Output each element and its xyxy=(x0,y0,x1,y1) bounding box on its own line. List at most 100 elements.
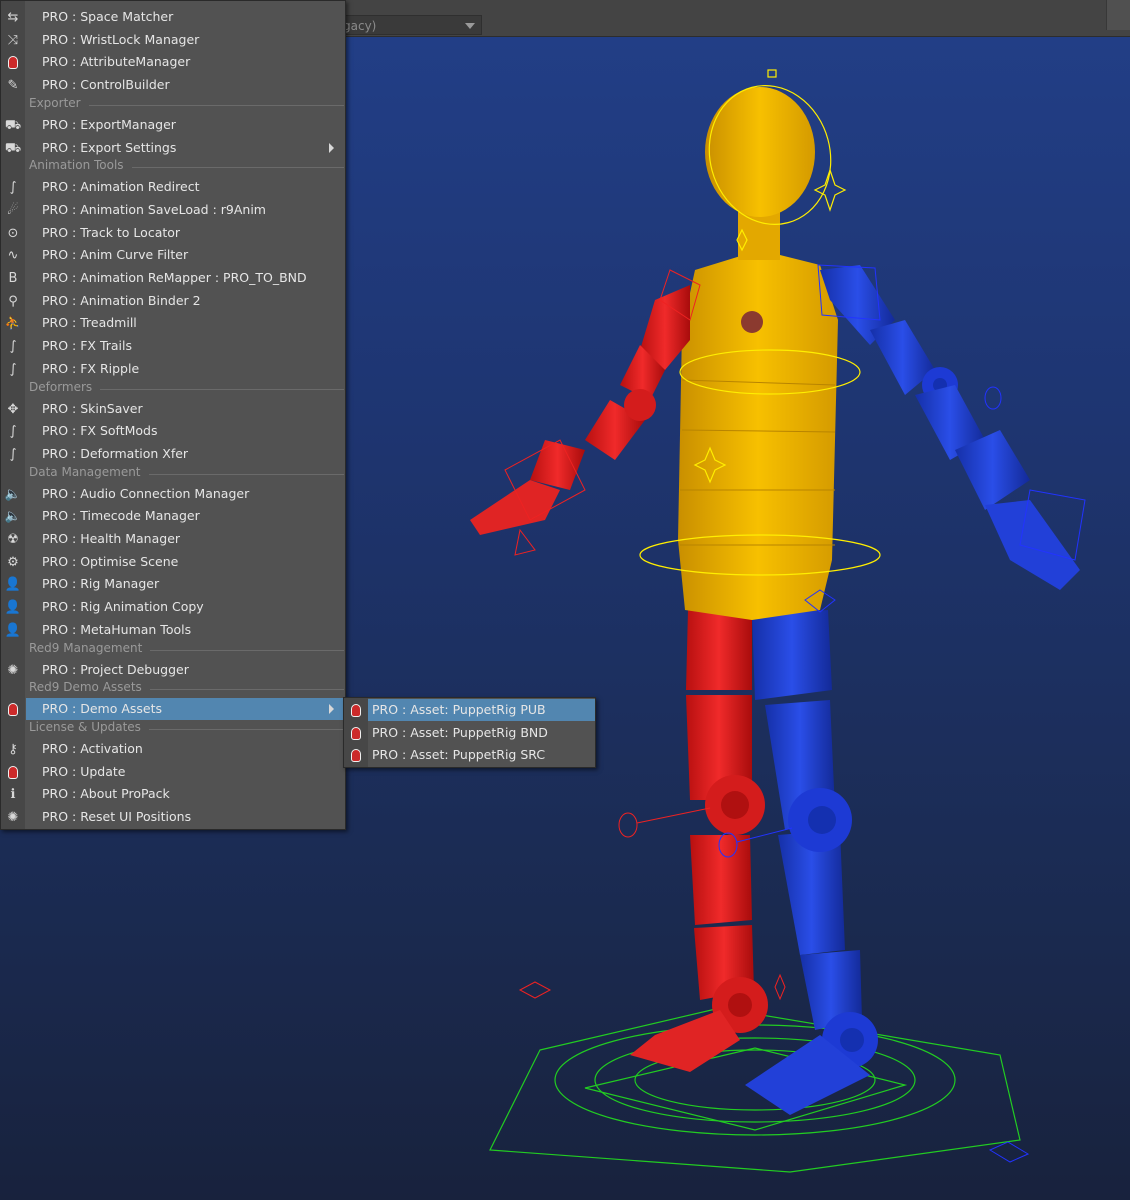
menu-section-label: Red9 Demo Assets xyxy=(29,680,142,695)
curve-arrows-icon: ∫ xyxy=(9,424,17,440)
menu-item-label: PRO : ExportManager xyxy=(42,116,176,132)
red9-icon xyxy=(347,725,365,742)
skin-saver-icon: ✥ xyxy=(7,401,19,417)
menu-item[interactable]: ✺ PRO : Project Debugger xyxy=(1,659,345,681)
submenu-item[interactable]: PRO : Asset: PuppetRig BND xyxy=(344,722,595,744)
radiation-icon: ☢ xyxy=(7,532,19,547)
menu-item-label: PRO : Timecode Manager xyxy=(42,508,200,524)
menu-item-label: PRO : Health Manager xyxy=(42,531,181,546)
menu-item[interactable]: ⚲ PRO : Animation Binder 2 xyxy=(1,290,345,312)
menu-item-label: PRO : Activation xyxy=(42,740,143,756)
menu-item[interactable]: ⛟ PRO : ExportManager xyxy=(1,114,345,136)
menu-item[interactable]: ∿ PRO : Anim Curve Filter xyxy=(1,244,345,266)
menu-item[interactable]: ∫ PRO : FX SoftMods xyxy=(1,420,345,442)
menu-item[interactable]: PRO : Update xyxy=(1,761,345,783)
menu-item-label: PRO : Animation Binder 2 xyxy=(42,292,201,308)
menu-item[interactable]: ⛹ PRO : Treadmill xyxy=(1,312,345,334)
menu-item-label: PRO : Animation ReMapper : PRO_TO_BND xyxy=(42,270,307,285)
menu-item[interactable]: 🔈 PRO : Timecode Manager xyxy=(1,505,345,527)
menu-item-label: PRO : SkinSaver xyxy=(42,400,143,416)
menu-item[interactable]: 👤 PRO : MetaHuman Tools xyxy=(1,619,345,641)
menu-item-label: PRO : Audio Connection Manager xyxy=(42,485,250,501)
curve-arrows-icon: ∫ xyxy=(9,339,17,355)
red9-icon xyxy=(347,747,365,764)
menu-item[interactable]: 👤 PRO : Rig Animation Copy xyxy=(1,596,345,618)
menu-item-label: PRO : Project Debugger xyxy=(42,661,189,677)
red9-logo xyxy=(351,726,361,740)
submenu-arrow-icon xyxy=(329,142,334,153)
menu-item[interactable]: ✥ PRO : SkinSaver xyxy=(1,398,345,420)
menu-section-header: Animation Tools xyxy=(1,157,345,175)
menu-item[interactable]: ⇆ PRO : Space Matcher xyxy=(1,6,345,28)
menu-item[interactable]: ∫ PRO : FX Ripple xyxy=(1,358,345,380)
submenu-item-label: PRO : Asset: PuppetRig SRC xyxy=(372,747,546,763)
bug-icon: ✺ xyxy=(7,810,19,825)
menu-item[interactable]: ⚙ PRO : Optimise Scene xyxy=(1,551,345,573)
menu-item[interactable]: ∫ PRO : Animation Redirect xyxy=(1,176,345,198)
menu-section-header: License & Updates xyxy=(1,719,345,737)
export-truck-icon: ⛟ xyxy=(4,117,22,133)
menu-item[interactable]: B PRO : Animation ReMapper : PRO_TO_BND xyxy=(1,267,345,289)
menu-section-label: License & Updates xyxy=(29,719,141,734)
menu-item-label: PRO : Reset UI Positions xyxy=(42,809,192,824)
menu-section-divider xyxy=(89,104,344,106)
red9-logo xyxy=(8,703,18,717)
menu-item[interactable]: ⚷ PRO : Activation xyxy=(1,738,345,760)
menu-item[interactable]: 👤 PRO : Rig Manager xyxy=(1,573,345,595)
treadmill-icon: ⛹ xyxy=(4,316,22,332)
menu-item[interactable]: ⤨ PRO : WristLock Manager xyxy=(1,29,345,51)
space-matcher-icon: ⇆ xyxy=(7,10,19,25)
red9-logo xyxy=(351,749,361,763)
menu-section-divider xyxy=(150,649,344,651)
curve-arrows-icon: ∫ xyxy=(9,446,17,462)
menu-section-label: Exporter xyxy=(29,95,81,110)
menu-section-divider xyxy=(149,728,344,730)
menu-item-label: PRO : Rig Animation Copy xyxy=(42,599,204,615)
menu-item[interactable]: ⛟ PRO : Export Settings xyxy=(1,137,345,159)
menu-item[interactable]: ∫ PRO : FX Trails xyxy=(1,335,345,357)
menu-item-label: PRO : FX Trails xyxy=(42,338,133,354)
submenu-item-label: PRO : Asset: PuppetRig PUB xyxy=(372,702,546,717)
runner-icon: ☄ xyxy=(7,202,19,218)
curve-arrows-icon: ∫ xyxy=(9,361,17,377)
menu-section-label: Animation Tools xyxy=(29,158,124,173)
info-icon: ℹ xyxy=(10,787,16,803)
leg-left-red xyxy=(630,610,768,1072)
red9-logo xyxy=(8,765,18,779)
arm-right-blue xyxy=(820,265,1080,590)
menu-section-divider xyxy=(132,167,344,169)
menu-item[interactable]: ☢ PRO : Health Manager xyxy=(1,528,345,550)
bug-icon: ✺ xyxy=(7,662,19,678)
menu-item[interactable]: ∫ PRO : Deformation Xfer xyxy=(1,443,345,465)
menu-item[interactable]: ⊙ PRO : Track to Locator xyxy=(1,222,345,244)
key-icon: ⚷ xyxy=(8,741,18,757)
menu-item[interactable]: ✺ PRO : Reset UI Positions xyxy=(1,806,345,828)
menu-item-label: PRO : Demo Assets xyxy=(42,701,163,717)
red9-icon xyxy=(4,764,22,781)
menu-item-label: PRO : MetaHuman Tools xyxy=(42,621,192,637)
menu-item[interactable]: ✎ PRO : ControlBuilder xyxy=(1,74,345,96)
arm-left-red xyxy=(470,285,690,535)
menu-item[interactable]: PRO : AttributeManager xyxy=(1,51,345,73)
menu-item[interactable]: ℹ PRO : About ProPack xyxy=(1,783,345,805)
menu-item-label: PRO : AttributeManager xyxy=(42,54,191,70)
red9-icon xyxy=(4,54,22,71)
propack-menu: ⇆ PRO : Space Matcher ⤨ PRO : WristLock Man… xyxy=(0,0,346,830)
submenu-arrow-icon xyxy=(329,704,334,715)
submenu-item[interactable]: PRO : Asset: PuppetRig PUB xyxy=(344,699,595,721)
submenu-item[interactable]: PRO : Asset: PuppetRig SRC xyxy=(344,744,595,766)
menu-item[interactable]: ☄ PRO : Animation SaveLoad : r9Anim xyxy=(1,199,345,221)
bnd-icon: B xyxy=(8,271,18,286)
maya-viewport[interactable]: gacy) ⇆ PRO: Space Matcher ⤨ PRO: Wris… xyxy=(0,0,1130,1200)
menu-item[interactable]: 🔈 PRO : Audio Connection Manager xyxy=(1,483,345,505)
red9-icon xyxy=(4,701,22,718)
demo-assets-submenu: PRO : Asset: PuppetRig PUB PRO : Asset: P… xyxy=(343,697,596,768)
torso xyxy=(678,250,838,620)
red9-logo xyxy=(351,704,361,717)
user-icon: 👤 xyxy=(4,622,22,638)
menu-section-divider xyxy=(150,689,344,691)
export-truck-icon: ⛟ xyxy=(4,140,22,156)
menu-section-label: Red9 Management xyxy=(29,640,143,655)
menu-item[interactable]: PRO : Demo Assets xyxy=(1,698,345,721)
menu-item-label: PRO : Treadmill xyxy=(42,315,137,331)
